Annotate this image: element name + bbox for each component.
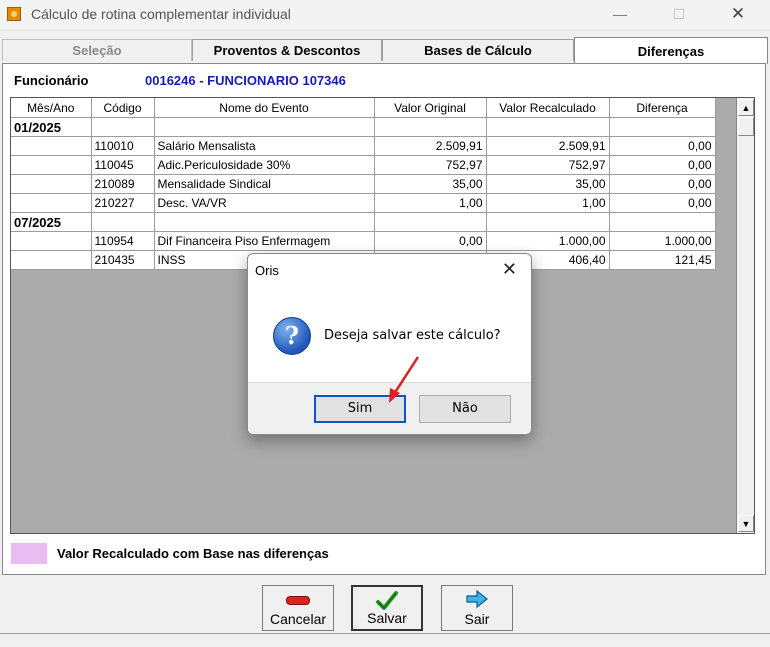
table-row[interactable]: 210227 Desc. VA/VR 1,00 1,00 0,00 — [11, 193, 716, 213]
cell-difference: 0,00 — [609, 136, 716, 156]
cell-difference: 0,00 — [609, 174, 716, 194]
cell-name: Adic.Periculosidade 30% — [154, 155, 375, 175]
table-row[interactable]: 110010 Salário Mensalista 2.509,91 2.509… — [11, 136, 716, 156]
cell-original: 2.509,91 — [374, 136, 487, 156]
cell-difference: 1.000,00 — [609, 231, 716, 251]
employee-label: Funcionário — [14, 73, 89, 88]
cell-recalculated: 1.000,00 — [486, 231, 610, 251]
cell-code: 210435 — [91, 250, 155, 270]
cell-name: Salário Mensalista — [154, 136, 375, 156]
minus-icon — [263, 589, 333, 609]
tab-selecao[interactable]: Seleção — [2, 39, 192, 61]
cell-code — [91, 117, 155, 137]
confirm-dialog: Oris ✕ ? Deseja salvar este cálculo? Sim… — [247, 253, 532, 435]
table-row[interactable]: 210089 Mensalidade Sindical 35,00 35,00 … — [11, 174, 716, 194]
legend-color-swatch — [11, 543, 47, 564]
col-header-mes-ano[interactable]: Mês/Ano — [11, 98, 92, 118]
col-header-codigo[interactable]: Código — [91, 98, 155, 118]
cell-month — [11, 136, 92, 156]
cancel-button[interactable]: Cancelar — [262, 585, 334, 631]
save-label: Salvar — [367, 610, 407, 626]
table-row[interactable]: 01/2025 — [11, 117, 716, 137]
yes-button[interactable]: Sim — [314, 395, 406, 423]
no-button[interactable]: Não — [419, 395, 511, 423]
cell-recalculated — [486, 117, 610, 137]
cell-difference: 121,45 — [609, 250, 716, 270]
table-row[interactable]: 110045 Adic.Periculosidade 30% 752,97 75… — [11, 155, 716, 175]
minimize-button[interactable]: — — [602, 3, 638, 25]
tab-bases-calculo[interactable]: Bases de Cálculo — [382, 39, 574, 61]
exit-button[interactable]: Sair — [441, 585, 513, 631]
tab-strip: Seleção Proventos & Descontos Bases de C… — [2, 37, 768, 64]
cell-difference — [609, 117, 716, 137]
cell-difference — [609, 212, 716, 232]
col-header-diferenca[interactable]: Diferença — [609, 98, 716, 118]
col-header-valor-original[interactable]: Valor Original — [374, 98, 487, 118]
cancel-label: Cancelar — [269, 611, 327, 627]
table-row[interactable]: 07/2025 — [11, 212, 716, 232]
cell-code: 110045 — [91, 155, 155, 175]
cell-difference: 0,00 — [609, 193, 716, 213]
maximize-button[interactable]: ☐ — [661, 3, 697, 25]
dialog-footer: Sim Não — [248, 382, 531, 434]
cell-difference: 0,00 — [609, 155, 716, 175]
cell-month: 07/2025 — [11, 212, 92, 232]
cell-name: Mensalidade Sindical — [154, 174, 375, 194]
cell-code: 210227 — [91, 193, 155, 213]
cell-recalculated: 2.509,91 — [486, 136, 610, 156]
cell-month: 01/2025 — [11, 117, 92, 137]
app-icon — [7, 7, 21, 21]
tab-diferencas[interactable]: Diferenças — [574, 37, 768, 64]
cell-code — [91, 212, 155, 232]
bottom-divider — [0, 633, 770, 634]
employee-value: 0016246 - FUNCIONARIO 107346 — [145, 73, 346, 88]
cell-original — [374, 212, 487, 232]
cell-original: 1,00 — [374, 193, 487, 213]
cell-recalculated — [486, 212, 610, 232]
col-header-valor-recalculado[interactable]: Valor Recalculado — [486, 98, 610, 118]
cell-name — [154, 212, 375, 232]
cell-month — [11, 155, 92, 175]
cell-name: Desc. VA/VR — [154, 193, 375, 213]
close-button[interactable]: ✕ — [720, 3, 756, 25]
cell-original: 0,00 — [374, 231, 487, 251]
tab-proventos-descontos[interactable]: Proventos & Descontos — [192, 39, 382, 61]
col-header-nome-evento[interactable]: Nome do Evento — [154, 98, 375, 118]
cell-month — [11, 193, 92, 213]
table-row[interactable]: 110954 Dif Financeira Piso Enfermagem 0,… — [11, 231, 716, 251]
scroll-down-arrow-icon[interactable]: ▼ — [738, 515, 754, 532]
cell-recalculated: 752,97 — [486, 155, 610, 175]
scroll-up-arrow-icon[interactable]: ▲ — [738, 99, 754, 116]
dialog-close-icon[interactable]: ✕ — [502, 259, 517, 280]
window-title: Cálculo de rotina complementar individua… — [31, 6, 291, 22]
cell-name: Dif Financeira Piso Enfermagem — [154, 231, 375, 251]
cell-recalculated: 1,00 — [486, 193, 610, 213]
cell-code: 110954 — [91, 231, 155, 251]
grid-table: Mês/Ano Código Nome do Evento Valor Orig… — [11, 98, 716, 270]
cell-original: 752,97 — [374, 155, 487, 175]
cell-recalculated: 35,00 — [486, 174, 610, 194]
checkmark-icon — [353, 590, 421, 610]
arrow-right-icon — [442, 589, 512, 609]
cell-month — [11, 250, 92, 270]
legend-text: Valor Recalculado com Base nas diferença… — [57, 546, 329, 561]
save-button[interactable]: Salvar — [351, 585, 423, 631]
cell-month — [11, 174, 92, 194]
vertical-scrollbar[interactable]: ▲ ▼ — [736, 98, 754, 533]
cell-code: 110010 — [91, 136, 155, 156]
dialog-title: Oris — [255, 263, 279, 278]
cell-code: 210089 — [91, 174, 155, 194]
cell-original — [374, 117, 487, 137]
title-bar: Cálculo de rotina complementar individua… — [0, 0, 770, 30]
question-icon: ? — [273, 317, 311, 355]
dialog-message: Deseja salvar este cálculo? — [324, 328, 501, 343]
scroll-thumb[interactable] — [738, 117, 754, 136]
exit-label: Sair — [464, 611, 490, 627]
cell-name — [154, 117, 375, 137]
cell-original: 35,00 — [374, 174, 487, 194]
cell-month — [11, 231, 92, 251]
